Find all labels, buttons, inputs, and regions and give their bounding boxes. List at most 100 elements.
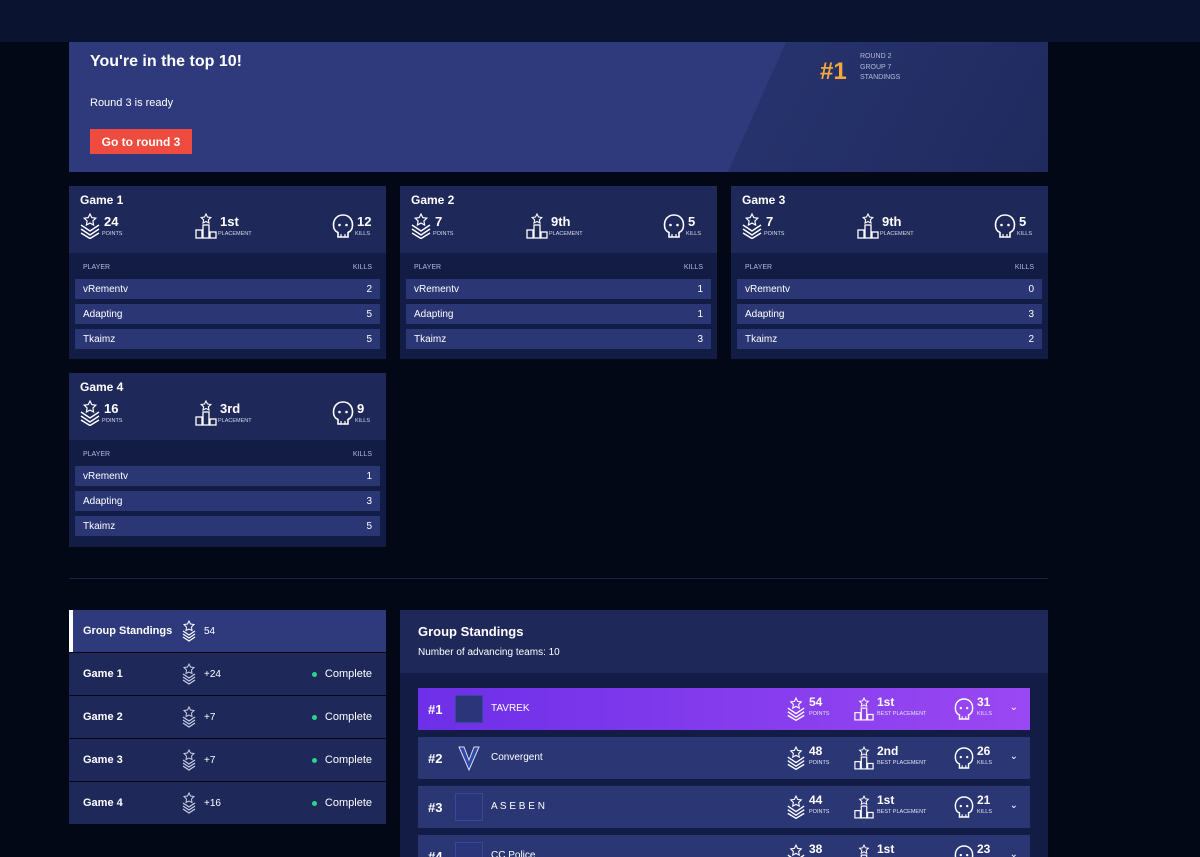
team-row[interactable]: #4 CC Police 38POINTS 1stBEST PLACEMENT … [418,835,1030,857]
team-position: #3 [428,800,443,815]
game-title: Game 3 [742,193,786,207]
game-points: 7 POINTS [410,213,453,241]
player-list: PLAYER KILLS vRementv 2 Adapting 5 Tkaim… [69,253,386,349]
side-nav-points: +24 [204,669,221,680]
player-row: Tkaimz 2 [737,329,1042,349]
side-nav-item-game-1[interactable]: Game 1 +24 Complete [69,653,386,695]
team-best-placement: 1stBEST PLACEMENT [854,843,926,857]
side-nav-item-group-standings[interactable]: Group Standings 54 [69,610,386,652]
game-points-label: POINTS [764,231,785,237]
game-placement-value: 9th [551,214,571,229]
game-title: Game 4 [80,380,124,394]
team-points: 44 POINTS [786,794,829,820]
status-dot [311,757,317,763]
game-points: 7 POINTS [741,213,784,241]
team-best-value: 1st [877,695,895,709]
team-best-value: 2nd [877,744,899,758]
team-best-label: BEST PLACEMENT [877,760,927,766]
status-dot [311,714,317,720]
status-text: Complete [324,668,372,680]
team-points-value: 48 [809,744,823,758]
points-icon [182,749,196,771]
player-column-header: PLAYER [83,451,111,458]
points-icon [787,843,805,857]
group-rank: #1 [820,58,847,85]
player-list: PLAYER KILLS vRementv 1 Adapting 3 Tkaim… [69,440,386,536]
player-kills: 3 [697,333,703,345]
top-nav-bar [0,0,1200,42]
side-nav-status: Complete [311,711,372,723]
team-row[interactable]: #3 A S E B E N 44 POINTS 1st BEST PLACEMEN… [418,786,1030,828]
team-points-label: POINTS [809,809,830,815]
points-icon [787,696,805,722]
podium-icon [526,213,548,239]
player-column-header: PLAYER [83,264,111,271]
side-nav-item-game-4[interactable]: Game 4 +16 Complete [69,782,386,824]
side-nav-points: +7 [204,755,216,766]
side-nav-item-game-2[interactable]: Game 2 +7 Complete [69,696,386,738]
team-kills-label: KILLS [977,809,992,815]
skull-icon [954,845,974,857]
go-to-round-button[interactable]: Go to round 3 [90,129,192,154]
side-nav-item-game-3[interactable]: Game 3 +7 Complete [69,739,386,781]
game-card-header: Game 1 24 POINTS 1st PLACEMENT 12 KILLS [69,186,386,253]
podium-icon [195,400,217,426]
game-points: 24 POINTS [79,213,122,241]
points-icon [182,620,196,642]
game-placement: 9th PLACEMENT [526,213,583,241]
game-card-header: Game 3 7 POINTS 9th PLACEMENT 5 KILLS [731,186,1048,253]
game-kills: 5 KILLS [663,213,701,241]
skull-icon [954,698,974,720]
player-row: Tkaimz 5 [75,329,380,349]
chevron-down-icon[interactable]: ⌄ [1010,800,1018,811]
points-icon [411,213,431,239]
chevron-down-icon[interactable]: ⌄ [1010,751,1018,762]
side-nav-status: Complete [311,668,372,680]
team-best-placement: 1stBEST PLACEMENT [854,794,926,820]
player-kills: 3 [366,495,372,507]
team-row[interactable]: #1 TAVREK 54 POINTS 1st BEST PLACEMENT 31 K… [418,688,1030,730]
game-card-2: Game 2 7 POINTS 9th PLACEMENT 5 KILLS PL… [400,186,717,359]
player-kills: 5 [366,520,372,532]
chevron-down-icon[interactable]: ⌄ [1010,702,1018,713]
standings-title: Group Standings [418,624,524,639]
kills-column-header: KILLS [352,264,372,271]
player-kills: 2 [1028,333,1034,345]
player-row: Tkaimz 3 [406,329,711,349]
podium-icon [854,794,874,819]
team-kills-value: 31 [977,695,991,709]
chevron-down-icon[interactable]: ⌄ [1010,849,1018,857]
game-kills: 5 KILLS [994,213,1032,241]
team-kills-label: KILLS [977,760,992,766]
player-list: PLAYER KILLS vRementv 0 Adapting 3 Tkaim… [731,253,1048,349]
team-kills: 26 KILLS [954,745,992,771]
points-icon [182,706,196,728]
standings-side-nav: Group Standings 54 Game 1 +24 Complete G… [69,610,386,825]
game-title: Game 2 [411,193,455,207]
team-best-label: BEST PLACEMENT [877,711,927,717]
player-name: Tkaimz [745,333,778,345]
team-name: Convergent [491,752,543,763]
team-points: 48 POINTS [786,745,829,771]
game-points-value: 24 [104,214,119,229]
team-row[interactable]: #2 Convergent 48 POINTS 2nd BEST PLACEMENT… [418,737,1030,779]
player-kills: 3 [1028,308,1034,320]
team-kills-value: 21 [977,793,991,807]
player-name: Tkaimz [83,333,116,345]
game-placement-value: 1st [220,214,239,229]
side-nav-points: 54 [204,626,216,637]
team-best-placement: 2nd BEST PLACEMENT [854,745,926,771]
player-row: vRementv 2 [75,279,380,299]
kills-column-header: KILLS [683,264,703,271]
player-kills: 0 [1028,283,1034,295]
player-row: Adapting 5 [75,304,380,324]
player-kills: 5 [366,333,372,345]
podium-icon [854,745,874,770]
game-card-header: Game 4 16 POINTS 3rd PLACEMENT 9 KILLS [69,373,386,440]
team-position: #2 [428,751,443,766]
player-row: Adapting 1 [406,304,711,324]
game-placement-label: PLACEMENT [218,231,252,237]
points-icon [742,213,762,239]
player-name: vRementv [414,283,460,295]
team-logo [455,793,483,821]
